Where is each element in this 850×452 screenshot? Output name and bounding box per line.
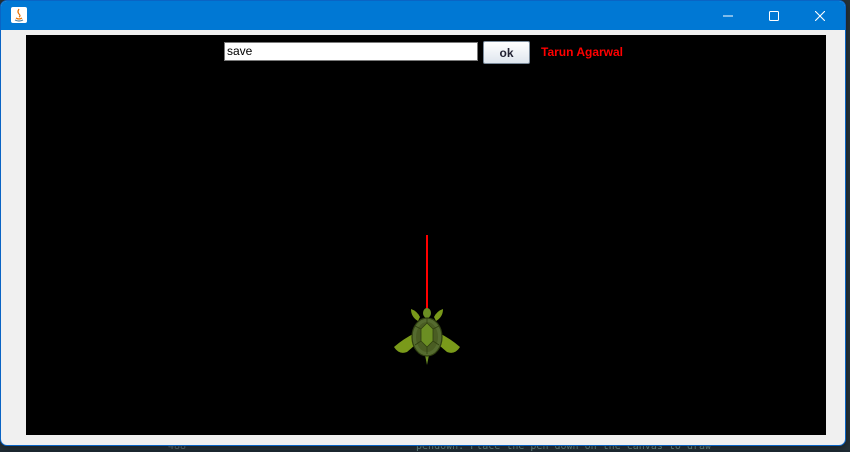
minimize-button[interactable] (705, 1, 751, 30)
author-label: Tarun Agarwal (541, 45, 624, 59)
turtle-icon (394, 308, 460, 365)
command-input[interactable] (224, 42, 478, 61)
turtle-canvas-panel[interactable]: ok Tarun Agarwal (26, 35, 826, 435)
minimize-icon (723, 15, 733, 16)
java-app-icon[interactable] (11, 7, 27, 23)
turtle-canvas[interactable] (26, 35, 826, 435)
app-window: ok Tarun Agarwal (0, 0, 846, 446)
maximize-button[interactable] (751, 1, 797, 30)
title-bar[interactable] (1, 1, 845, 30)
ok-button[interactable]: ok (483, 41, 530, 64)
close-icon (815, 10, 825, 21)
maximize-icon (769, 10, 779, 21)
close-button[interactable] (797, 1, 843, 30)
